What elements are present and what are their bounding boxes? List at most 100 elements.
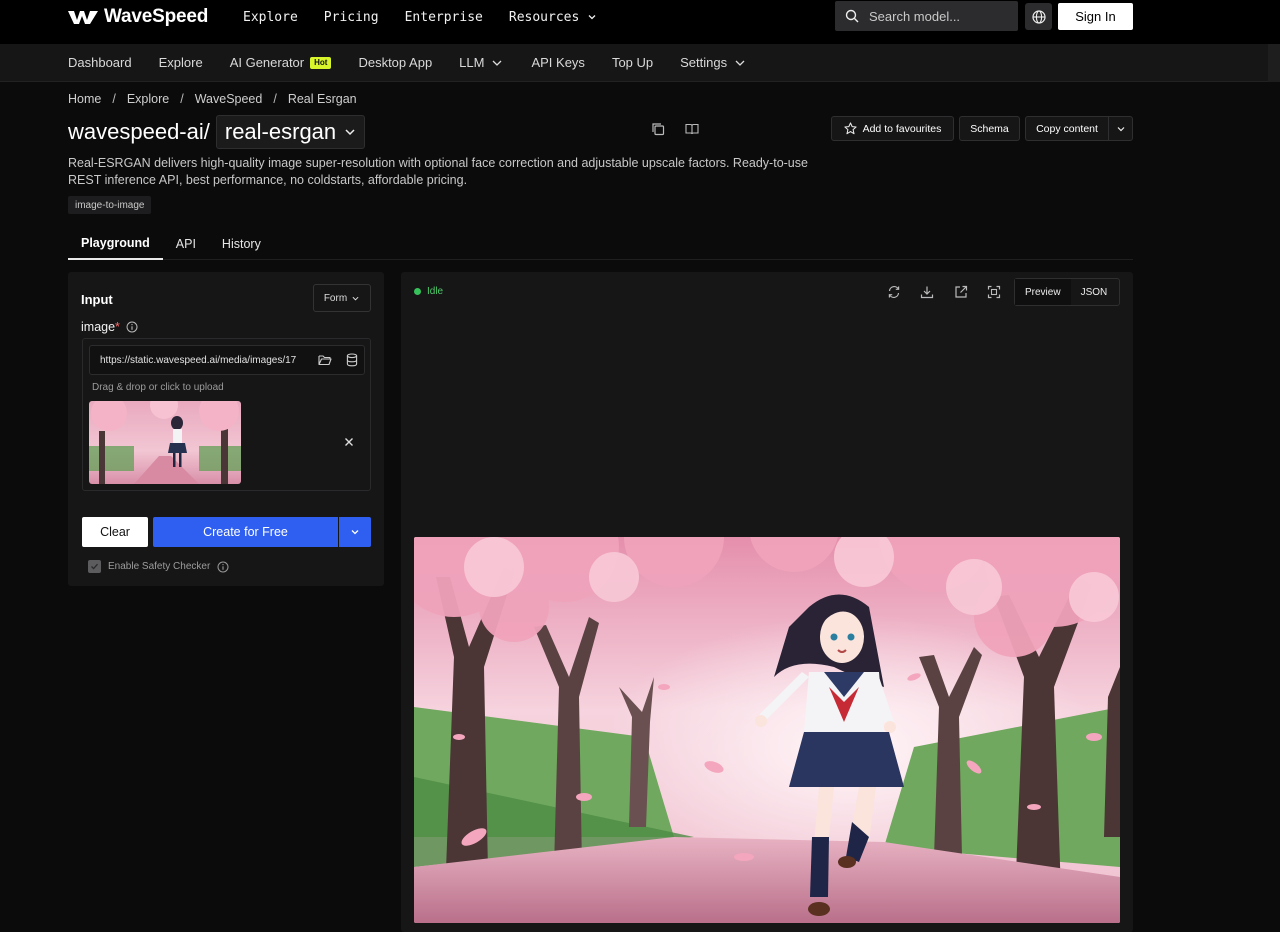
page-title: wavespeed-ai/ real-esrgan (68, 114, 366, 150)
brand-name: WaveSpeed (104, 6, 209, 27)
image-url-input[interactable] (100, 354, 310, 366)
model-selector[interactable]: real-esrgan (215, 115, 366, 149)
image-field-label: image* (81, 320, 138, 334)
model-name: real-esrgan (224, 119, 337, 144)
chevron-down-icon (345, 129, 355, 136)
tab-playground[interactable]: Playground (68, 228, 163, 260)
check-icon (91, 563, 98, 570)
breadcrumb: Home / Explore / WaveSpeed / Real Esrgan (68, 92, 357, 106)
result-image[interactable] (414, 537, 1120, 923)
topnav-label: Resources (508, 9, 580, 25)
top-bar: WaveSpeed Explore Pricing Enterprise Res… (0, 0, 1280, 44)
subnav-llm[interactable]: LLM (459, 55, 504, 70)
language-button[interactable] (1025, 3, 1052, 30)
book-open-icon (685, 123, 699, 135)
breadcrumb-separator: / (112, 92, 116, 106)
open-external-button[interactable] (953, 284, 969, 300)
safety-checker-checkbox[interactable] (88, 560, 101, 573)
refresh-button[interactable] (886, 284, 902, 300)
info-icon[interactable] (126, 321, 138, 333)
info-icon[interactable] (217, 561, 229, 573)
topnav-pricing[interactable]: Pricing (324, 8, 379, 26)
refresh-icon (888, 285, 900, 299)
view-json[interactable]: JSON (1071, 279, 1118, 305)
subnav-label: Desktop App (358, 55, 433, 70)
subnav-settings[interactable]: Settings (680, 55, 747, 70)
drop-hint: Drag & drop or click to upload (92, 382, 224, 393)
search-box[interactable] (835, 1, 1018, 31)
download-button[interactable] (919, 284, 935, 300)
chevron-down-icon (735, 60, 745, 66)
fullscreen-button[interactable] (986, 284, 1002, 300)
required-mark: * (115, 320, 120, 334)
subnav-ai-generator[interactable]: AI Generator Hot (230, 55, 332, 70)
copy-content-dropdown[interactable] (1108, 116, 1133, 141)
clear-button[interactable]: Clear (82, 517, 148, 547)
create-button[interactable]: Create for Free (153, 517, 338, 547)
folder-open-icon[interactable] (318, 354, 332, 366)
download-icon (920, 286, 934, 299)
copy-content-label: Copy content (1036, 122, 1098, 135)
chevron-down-icon (352, 296, 359, 301)
topnav-label: Explore (243, 9, 298, 25)
create-options-dropdown[interactable] (339, 517, 371, 547)
search-icon (845, 9, 859, 23)
anime-girl-thumbnail-image (89, 401, 241, 484)
breadcrumb-home[interactable]: Home (68, 92, 101, 106)
status-text: Idle (427, 286, 444, 297)
subnav-label: LLM (459, 55, 485, 70)
view-toggle: Preview JSON (1014, 278, 1120, 306)
chevron-down-icon (493, 60, 502, 66)
breadcrumb-explore[interactable]: Explore (127, 92, 169, 106)
topnav-label: Enterprise (404, 9, 483, 25)
tab-api[interactable]: API (163, 228, 209, 260)
fullscreen-icon (987, 285, 1001, 299)
input-title: Input (81, 292, 113, 307)
favourites-label: Add to favourites (862, 122, 942, 135)
image-label-text: image (81, 320, 116, 334)
model-description: Real-ESRGAN delivers high-quality image … (68, 156, 808, 187)
status-dot (414, 288, 421, 295)
subnav-explore[interactable]: Explore (159, 55, 203, 70)
subnav-label: Settings (680, 55, 728, 70)
input-mode-select[interactable]: Form (313, 284, 371, 312)
search-input[interactable] (869, 8, 1009, 24)
scrollbar[interactable] (1268, 44, 1280, 82)
model-owner: wavespeed-ai/ (68, 119, 210, 144)
category-tag[interactable]: image-to-image (68, 196, 152, 214)
remove-image-button[interactable] (341, 434, 357, 450)
uploaded-image-thumbnail[interactable] (89, 401, 241, 484)
safety-checker-option: Enable Safety Checker (88, 560, 229, 573)
star-icon (844, 122, 857, 135)
subnav-dashboard[interactable]: Dashboard (68, 55, 132, 70)
subnav-desktop-app[interactable]: Desktop App (358, 55, 432, 70)
chevron-down-icon (588, 15, 596, 20)
globe-icon (1031, 9, 1046, 24)
copy-icon (652, 123, 665, 136)
subnav-top-up[interactable]: Top Up (612, 55, 653, 70)
subnav-api-keys[interactable]: API Keys (531, 55, 584, 70)
sign-in-button[interactable]: Sign In (1058, 3, 1133, 30)
view-preview[interactable]: Preview (1015, 279, 1071, 305)
status-indicator: Idle (414, 286, 443, 297)
wavespeed-logo-icon (68, 11, 98, 24)
topnav-explore[interactable]: Explore (243, 8, 298, 26)
copy-content-button[interactable]: Copy content (1025, 116, 1109, 141)
chevron-down-icon (1117, 126, 1124, 131)
database-icon[interactable] (346, 353, 358, 367)
image-url-field[interactable] (89, 345, 365, 375)
copy-model-button[interactable] (648, 119, 668, 139)
schema-label: Schema (970, 122, 1009, 135)
add-to-favourites-button[interactable]: Add to favourites (831, 116, 954, 141)
breadcrumb-current: Real Esrgan (287, 92, 357, 106)
brand-logo[interactable]: WaveSpeed (68, 6, 208, 28)
image-upload-area[interactable]: Drag & drop or click to upload (82, 338, 371, 491)
tab-history[interactable]: History (209, 228, 274, 260)
hot-badge: Hot (310, 56, 332, 69)
close-icon (345, 438, 353, 446)
breadcrumb-wavespeed[interactable]: WaveSpeed (195, 92, 263, 106)
schema-button[interactable]: Schema (959, 116, 1020, 141)
topnav-resources[interactable]: Resources (509, 8, 597, 26)
docs-button[interactable] (682, 119, 702, 139)
topnav-enterprise[interactable]: Enterprise (405, 8, 483, 26)
